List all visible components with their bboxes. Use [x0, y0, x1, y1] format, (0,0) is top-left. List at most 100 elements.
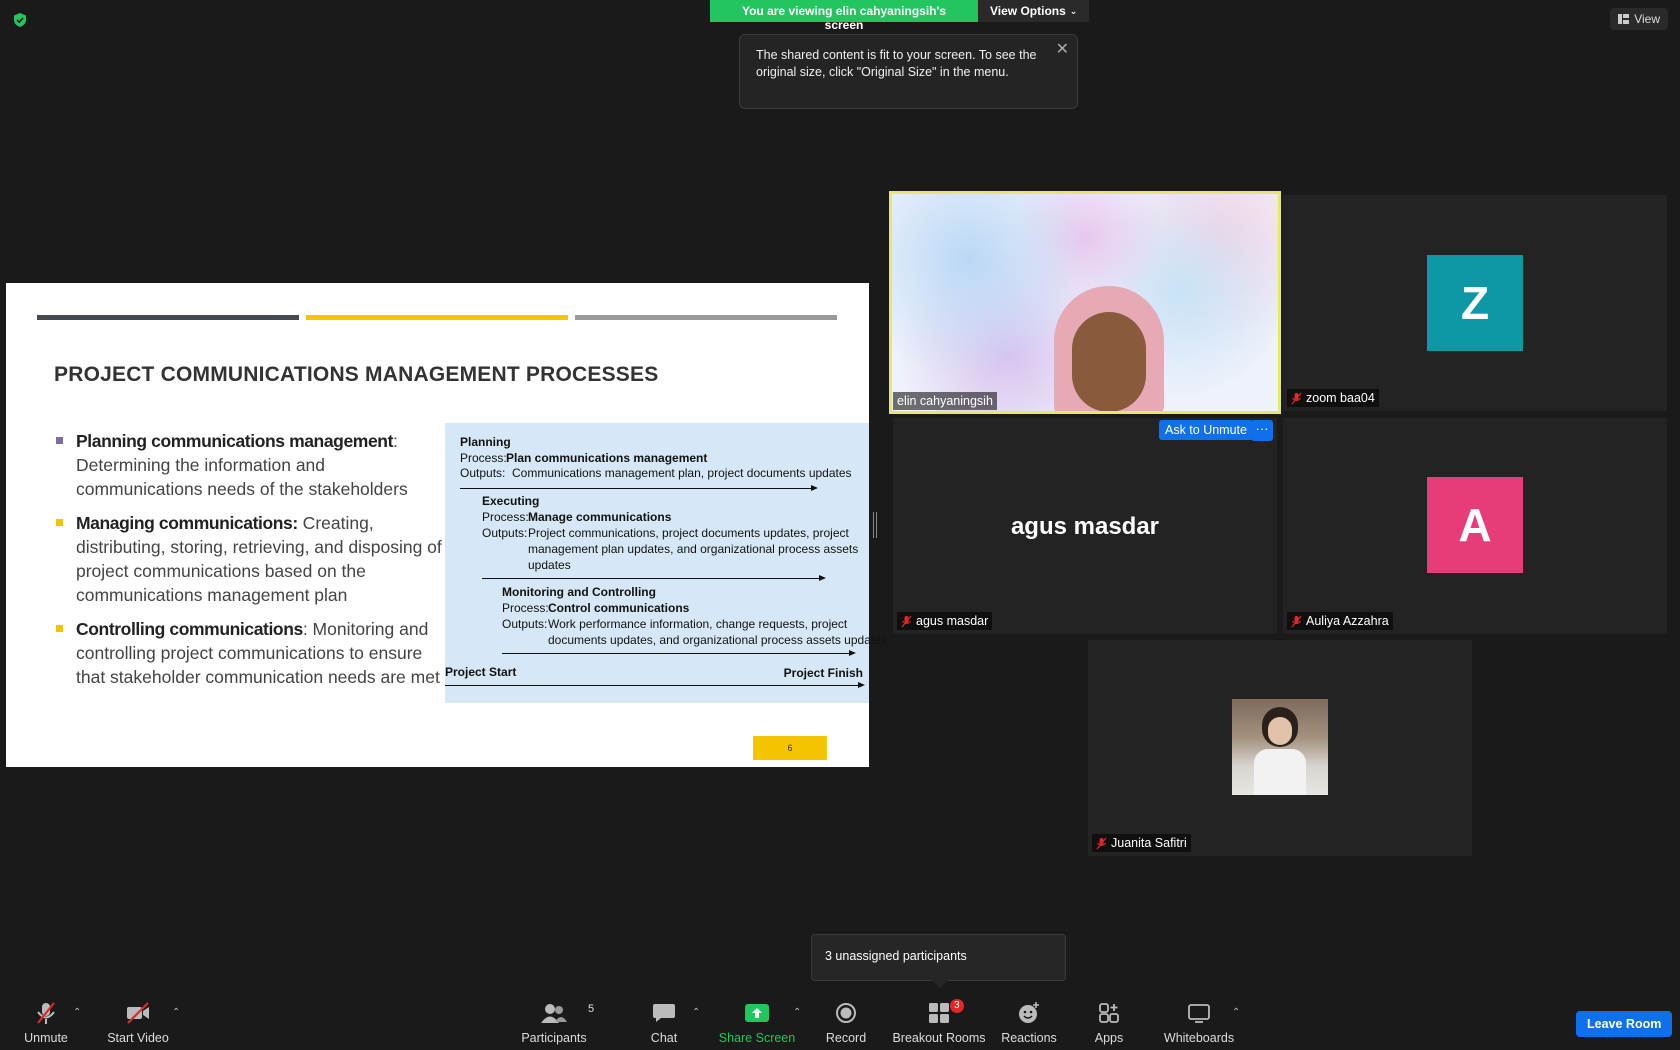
timeline-arrow	[445, 682, 865, 688]
record-icon	[836, 1003, 856, 1023]
record-label: Record	[825, 1031, 867, 1045]
participant-name: zoom baa04	[1306, 391, 1375, 405]
muted-mic-icon	[1291, 615, 1302, 627]
more-options-button[interactable]: ···	[1251, 420, 1273, 441]
breakout-badge: 3	[950, 999, 964, 1013]
executing-label: Executing	[482, 494, 540, 508]
audio-options-caret[interactable]: ⌃	[73, 1007, 81, 1018]
executing-outputs-line: updates	[528, 558, 571, 572]
unmute-button[interactable]: Unmute	[20, 1001, 72, 1045]
slide-page-number: 6	[753, 736, 827, 760]
project-start-label: Project Start	[445, 665, 517, 679]
photo-person-face	[1268, 717, 1292, 745]
participants-label: Participants	[521, 1031, 587, 1045]
meeting-toolbar: Unmute ⌃ Start Video ⌃ 5 Participants Ch…	[0, 995, 1680, 1050]
slide-bar-gray	[575, 315, 837, 320]
start-video-button[interactable]: Start Video	[106, 1001, 170, 1045]
participant-tile-elin[interactable]: elin cahyaningsih	[889, 191, 1281, 414]
view-label: View	[1634, 12, 1660, 26]
chat-icon	[653, 1004, 675, 1022]
leave-room-button[interactable]: Leave Room	[1576, 1011, 1673, 1037]
executing-outputs-line: management plan updates, and organizatio…	[528, 542, 859, 556]
ask-to-unmute-button[interactable]: Ask to Unmute	[1159, 420, 1253, 440]
close-icon[interactable]: ✕	[1056, 41, 1069, 58]
chat-options-caret[interactable]: ⌃	[692, 1007, 700, 1018]
participant-big-name: agus masdar	[1010, 513, 1160, 540]
bullet-bold: Controlling communications	[76, 619, 303, 639]
view-options-button[interactable]: View Options ⌄	[978, 0, 1090, 22]
chat-button[interactable]: Chat	[648, 1001, 680, 1045]
unmute-label: Unmute	[24, 1031, 68, 1045]
apps-label: Apps	[1094, 1031, 1124, 1045]
apps-icon	[1099, 1003, 1119, 1023]
participant-nametag: Juanita Safitri	[1092, 834, 1191, 852]
security-shield-icon[interactable]	[12, 12, 28, 28]
avatar: Z	[1427, 255, 1523, 351]
participant-tile-zoom-baa04[interactable]: Z zoom baa04	[1283, 195, 1667, 411]
participant-nametag: agus masdar	[897, 612, 993, 630]
monitoring-outputs-line: Work performance information, change req…	[548, 617, 848, 631]
participants-button[interactable]: 5 Participants	[521, 1001, 594, 1045]
participant-name: Auliya Azzahra	[1306, 614, 1389, 628]
avatar-initial: A	[1458, 499, 1492, 551]
bullet-bold: Planning communications management	[76, 431, 394, 451]
bullet-marker	[56, 625, 63, 632]
apps-button[interactable]: Apps	[1094, 1001, 1124, 1045]
share-screen-label: Share Screen	[718, 1031, 796, 1045]
reactions-button[interactable]: Reactions	[1001, 1001, 1057, 1045]
executing-outputs-line: Project communications, project document…	[528, 526, 849, 540]
planning-process: Plan communications management	[506, 451, 708, 465]
screen-share-banner: You are viewing elin cahyaningsih's scre…	[710, 0, 1090, 32]
bullet-item: Controlling communications: Monitoring a…	[50, 617, 446, 689]
share-screen-icon	[745, 1004, 769, 1022]
unassigned-participants-popup[interactable]: 3 unassigned participants	[811, 934, 1066, 988]
participant-nametag: zoom baa04	[1287, 389, 1379, 407]
whiteboards-button[interactable]: Whiteboards	[1164, 1001, 1234, 1045]
view-button[interactable]: View	[1610, 8, 1668, 30]
participant-name: agus masdar	[916, 614, 989, 628]
toast-message: The shared content is fit to your screen…	[756, 48, 1037, 79]
split-resize-handle[interactable]	[873, 512, 877, 538]
participant-tile-juanita[interactable]: Juanita Safitri	[1088, 640, 1472, 856]
whiteboards-label: Whiteboards	[1163, 1031, 1235, 1045]
participant-name: Juanita Safitri	[1111, 836, 1187, 850]
executing-process-key: Process:	[482, 510, 529, 524]
chat-label: Chat	[650, 1031, 678, 1045]
planning-label: Planning	[460, 435, 511, 449]
share-screen-button[interactable]: Share Screen	[718, 1001, 796, 1045]
record-button[interactable]: Record	[826, 1001, 866, 1045]
shared-screen-slide: PROJECT COMMUNICATIONS MANAGEMENT PROCES…	[6, 283, 887, 767]
reactions-label: Reactions	[1001, 1031, 1057, 1045]
planning-outputs: Communications management plan, project …	[512, 466, 852, 480]
project-finish-label: Project Finish	[783, 666, 863, 680]
bullet-item: Managing communications: Creating, distr…	[50, 511, 446, 607]
breakout-rooms-icon	[929, 1003, 949, 1023]
bullet-bold: Managing communications:	[76, 513, 298, 533]
participant-tile-auliya[interactable]: A Auliya Azzahra	[1283, 418, 1667, 634]
whiteboards-options-caret[interactable]: ⌃	[1232, 1007, 1240, 1018]
bullet-item: Planning communications management: Dete…	[50, 429, 446, 501]
start-video-label: Start Video	[107, 1031, 169, 1045]
video-options-caret[interactable]: ⌃	[172, 1007, 180, 1018]
breakout-rooms-button[interactable]: 3 Breakout Rooms	[892, 999, 986, 1045]
participant-name: elin cahyaningsih	[897, 394, 993, 408]
planning-process-key: Process:	[460, 451, 507, 465]
reactions-icon	[1019, 1002, 1039, 1023]
monitoring-label: Monitoring and Controlling	[502, 585, 656, 599]
planning-outputs-key: Outputs:	[460, 466, 506, 480]
process-diagram: Planning Process: Plan communications ma…	[445, 423, 887, 703]
viewing-screen-label: You are viewing elin cahyaningsih's scre…	[710, 0, 978, 32]
participant-face	[1072, 312, 1146, 411]
bullet-marker	[56, 437, 63, 444]
participant-tile-agus-masdar[interactable]: agus masdar agus masdar	[893, 418, 1277, 634]
share-options-caret[interactable]: ⌃	[793, 1007, 801, 1018]
executing-process: Manage communications	[528, 510, 672, 524]
participant-video	[892, 194, 1278, 411]
executing-arrow	[482, 575, 826, 581]
photo-person-shirt	[1254, 749, 1306, 795]
whiteboard-icon	[1188, 1004, 1210, 1023]
participant-nametag: Auliya Azzahra	[1287, 612, 1393, 630]
monitoring-arrow	[502, 650, 856, 656]
avatar-initial: Z	[1460, 277, 1490, 329]
chevron-down-icon: ⌄	[1069, 5, 1078, 16]
